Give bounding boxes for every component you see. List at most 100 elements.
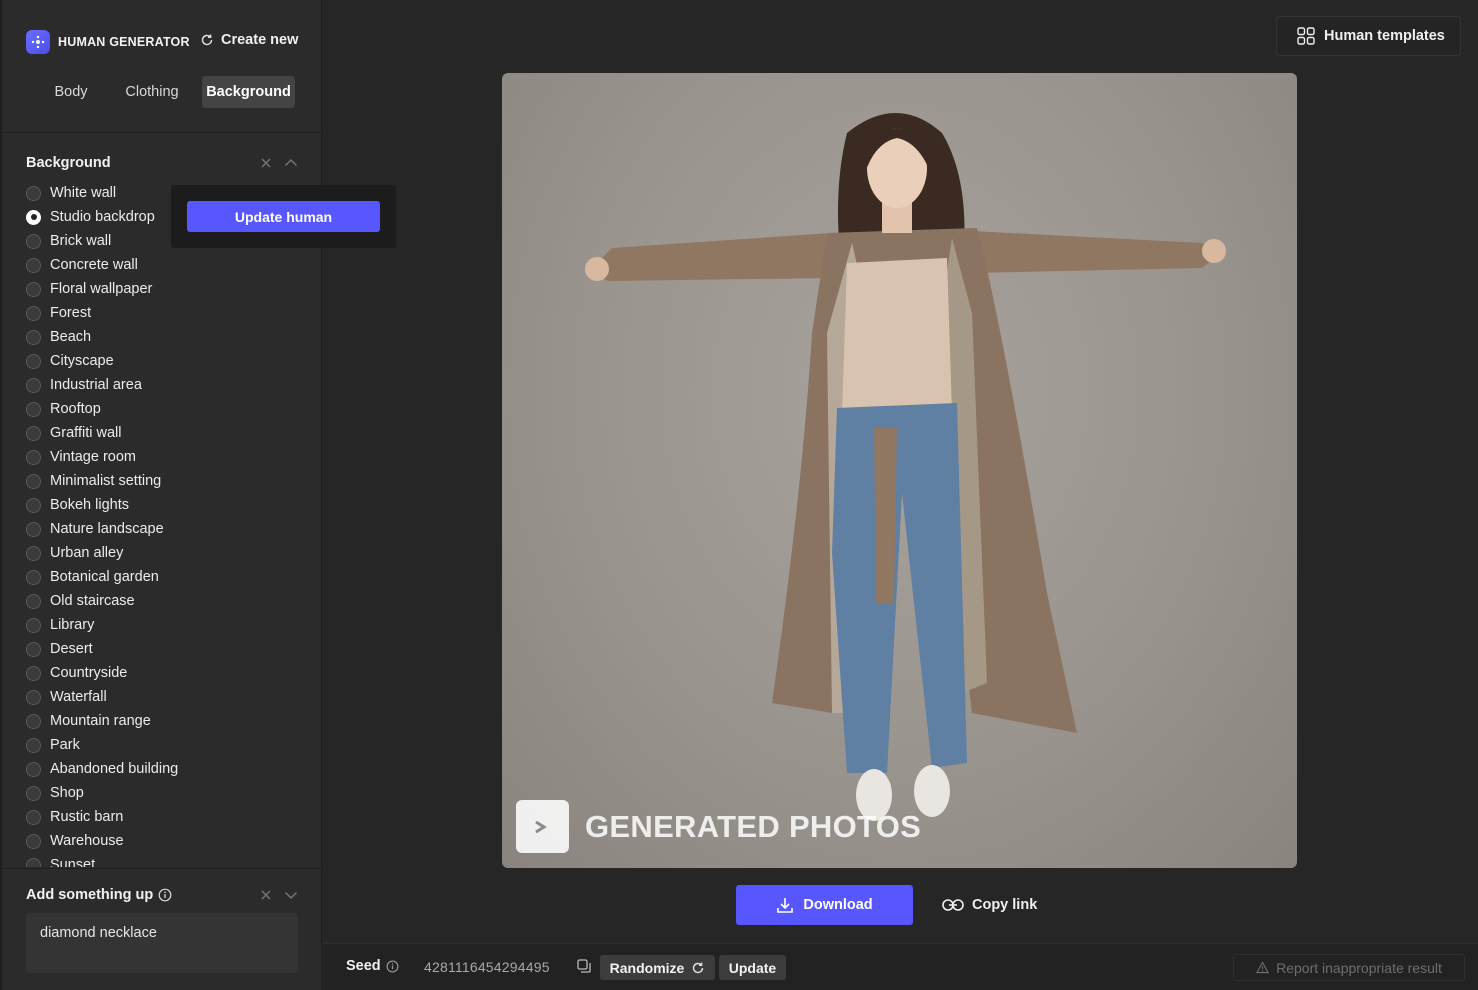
background-option[interactable]: Nature landscape <box>26 517 316 541</box>
background-option-label: Sunset <box>50 857 96 867</box>
background-option[interactable]: Library <box>26 613 316 637</box>
background-option[interactable]: Waterfall <box>26 685 316 709</box>
background-option[interactable]: Beach <box>26 325 316 349</box>
background-option[interactable]: Shop <box>26 781 316 805</box>
radio-button[interactable] <box>26 713 41 729</box>
background-option[interactable]: Forest <box>26 301 316 325</box>
radio-button[interactable] <box>26 329 41 345</box>
background-option[interactable]: Warehouse <box>26 829 316 853</box>
background-option[interactable]: Sunset <box>26 853 316 867</box>
randomize-label: Randomize <box>609 959 685 976</box>
radio-button[interactable] <box>26 257 41 273</box>
background-option[interactable]: Park <box>26 733 316 757</box>
radio-button[interactable] <box>26 449 41 465</box>
background-option-label: Cityscape <box>50 353 114 369</box>
background-option-label: Vintage room <box>50 449 136 465</box>
download-button[interactable]: Download <box>736 885 913 925</box>
human-figure <box>585 113 1226 821</box>
radio-button[interactable] <box>26 641 41 657</box>
sidebar: HUMAN GENERATOR Create new Body Clothing… <box>0 0 322 990</box>
background-option-label: Waterfall <box>50 689 107 705</box>
seed-label: Seed <box>346 958 399 974</box>
background-options-list: White wall Studio backdrop Brick wall Concr… <box>26 181 316 867</box>
radio-button[interactable] <box>26 521 41 537</box>
radio-button[interactable] <box>26 833 41 849</box>
background-option-label: Brick wall <box>50 233 112 249</box>
radio-button[interactable] <box>26 785 41 801</box>
human-templates-label: Human templates <box>1324 28 1445 44</box>
background-option-label: Shop <box>50 785 84 801</box>
radio-button[interactable] <box>26 401 41 417</box>
randomize-button[interactable]: Randomize <box>600 955 715 980</box>
background-option[interactable]: Rooftop <box>26 397 316 421</box>
radio-button[interactable] <box>26 473 41 489</box>
radio-button[interactable] <box>26 377 41 393</box>
info-icon[interactable] <box>158 888 172 902</box>
radio-button[interactable] <box>26 689 41 705</box>
radio-button[interactable] <box>26 665 41 681</box>
radio-button[interactable] <box>26 857 41 867</box>
chevron-up-icon[interactable] <box>284 157 298 169</box>
background-option-label: Beach <box>50 329 92 345</box>
background-option[interactable]: Abandoned building <box>26 757 316 781</box>
background-option[interactable]: Countryside <box>26 661 316 685</box>
radio-button[interactable] <box>26 497 41 513</box>
background-option-label: Abandoned building <box>50 761 179 777</box>
background-option[interactable]: Minimalist setting <box>26 469 316 493</box>
radio-button[interactable] <box>26 569 41 585</box>
create-new-button[interactable]: Create new <box>200 32 298 48</box>
add-section-title: Add something up <box>26 887 154 903</box>
tab-clothing[interactable]: Clothing <box>110 76 194 108</box>
background-option[interactable]: Urban alley <box>26 541 316 565</box>
background-option[interactable]: Old staircase <box>26 589 316 613</box>
background-option[interactable]: Rustic barn <box>26 805 316 829</box>
watermark-logo-icon <box>516 800 569 853</box>
background-option[interactable]: Vintage room <box>26 445 316 469</box>
background-option[interactable]: Cityscape <box>26 349 316 373</box>
radio-button[interactable] <box>26 593 41 609</box>
report-button[interactable]: Report inappropriate result <box>1233 954 1465 981</box>
radio-button[interactable] <box>26 545 41 561</box>
radio-button[interactable] <box>26 209 41 225</box>
clear-icon[interactable] <box>260 889 272 901</box>
download-icon <box>777 898 794 913</box>
radio-button[interactable] <box>26 353 41 369</box>
background-option[interactable]: Bokeh lights <box>26 493 316 517</box>
clear-icon[interactable] <box>260 157 272 169</box>
update-popover: Update human <box>171 185 396 248</box>
tab-body[interactable]: Body <box>40 76 102 108</box>
human-templates-button[interactable]: Human templates <box>1276 16 1461 56</box>
add-something-input[interactable]: diamond necklace <box>26 913 298 973</box>
copy-link-button[interactable]: Copy link <box>942 885 1037 925</box>
background-option-label: Desert <box>50 641 93 657</box>
update-human-button[interactable]: Update human <box>187 201 380 232</box>
radio-button[interactable] <box>26 737 41 753</box>
chevron-down-icon[interactable] <box>284 889 298 901</box>
background-option[interactable]: Mountain range <box>26 709 316 733</box>
copy-link-label: Copy link <box>972 897 1038 913</box>
background-section-title: Background <box>26 155 111 171</box>
background-option-label: Bokeh lights <box>50 497 129 513</box>
radio-button[interactable] <box>26 761 41 777</box>
background-option[interactable]: Concrete wall <box>26 253 316 277</box>
radio-button[interactable] <box>26 233 41 249</box>
background-option[interactable]: Desert <box>26 637 316 661</box>
radio-button[interactable] <box>26 305 41 321</box>
divider <box>2 132 322 133</box>
radio-button[interactable] <box>26 809 41 825</box>
background-option-label: Forest <box>50 305 92 321</box>
copy-icon[interactable] <box>577 959 591 973</box>
brand[interactable]: HUMAN GENERATOR <box>26 30 190 54</box>
background-option[interactable]: Industrial area <box>26 373 316 397</box>
radio-button[interactable] <box>26 617 41 633</box>
info-icon[interactable] <box>386 960 399 973</box>
radio-button[interactable] <box>26 425 41 441</box>
download-label: Download <box>803 897 873 913</box>
radio-button[interactable] <box>26 281 41 297</box>
background-option[interactable]: Botanical garden <box>26 565 316 589</box>
radio-button[interactable] <box>26 185 41 201</box>
background-option[interactable]: Graffiti wall <box>26 421 316 445</box>
update-seed-button[interactable]: Update <box>719 955 786 980</box>
tab-background[interactable]: Background <box>202 76 295 108</box>
background-option[interactable]: Floral wallpaper <box>26 277 316 301</box>
